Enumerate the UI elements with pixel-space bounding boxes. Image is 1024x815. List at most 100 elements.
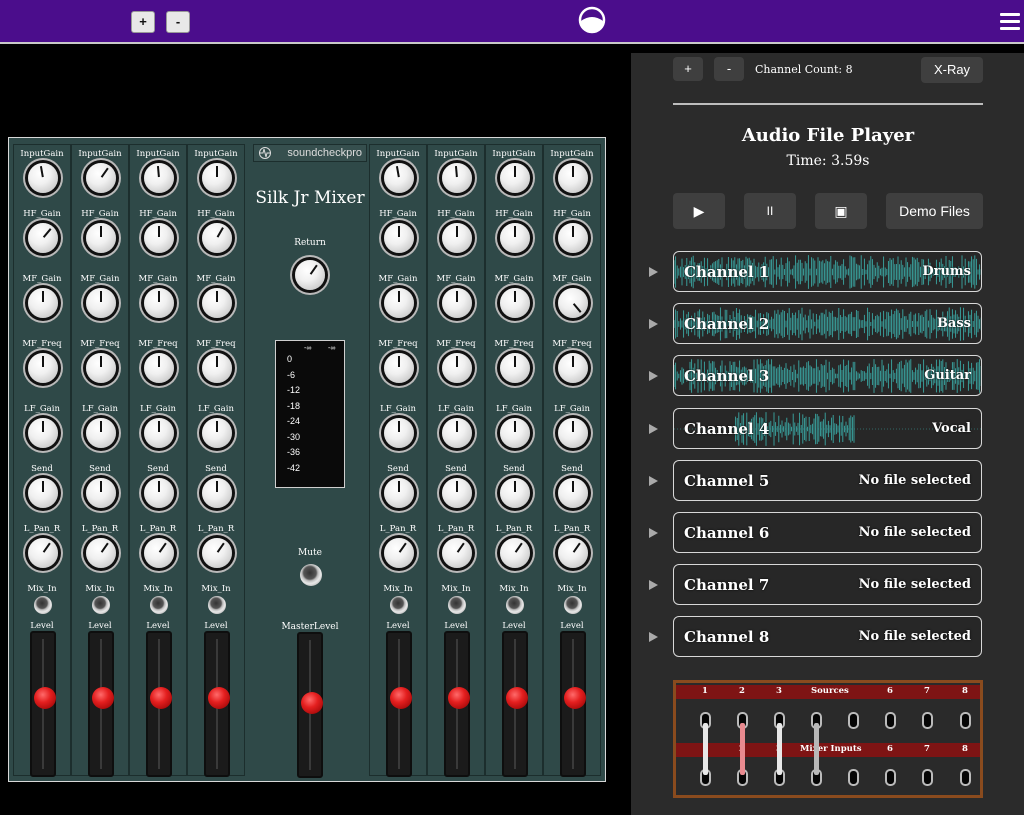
- knob-inputgain[interactable]: [86, 163, 116, 193]
- input-jack[interactable]: [960, 769, 971, 786]
- knob-lf-gain[interactable]: [442, 418, 472, 448]
- knob-lf-gain[interactable]: [500, 418, 530, 448]
- knob-send[interactable]: [500, 478, 530, 508]
- channel-row[interactable]: Channel 2 Bass: [673, 303, 982, 345]
- channel-row[interactable]: Channel 6 No file selected: [673, 512, 982, 553]
- knob-l-pan_r[interactable]: [144, 538, 174, 568]
- channel-fader[interactable]: [204, 631, 230, 777]
- knob-l-pan_r[interactable]: [28, 538, 58, 568]
- knob-lf-gain[interactable]: [384, 418, 414, 448]
- knob-mf-gain[interactable]: [384, 288, 414, 318]
- knob-mf-gain[interactable]: [144, 288, 174, 318]
- mix-in-jack[interactable]: [506, 596, 524, 614]
- knob-mf-freq[interactable]: [202, 353, 232, 383]
- mute-button[interactable]: [300, 564, 322, 586]
- channel-fader[interactable]: [560, 631, 586, 777]
- channel-row[interactable]: Channel 7 No file selected: [673, 564, 982, 606]
- knob-mf-freq[interactable]: [500, 353, 530, 383]
- knob-send[interactable]: [86, 478, 116, 508]
- channel-fader[interactable]: [386, 631, 412, 777]
- knob-hf-gain[interactable]: [28, 223, 58, 253]
- expand-channel-icon[interactable]: [649, 475, 658, 486]
- knob-l-pan_r[interactable]: [202, 538, 232, 568]
- knob-mf-freq[interactable]: [144, 353, 174, 383]
- knob-inputgain[interactable]: [442, 163, 472, 193]
- knob-send[interactable]: [144, 478, 174, 508]
- fader-cap[interactable]: [390, 687, 412, 709]
- knob-send[interactable]: [442, 478, 472, 508]
- fader-cap[interactable]: [208, 687, 230, 709]
- pause-button[interactable]: II: [744, 193, 796, 229]
- knob-mf-gain[interactable]: [28, 288, 58, 318]
- knob-inputgain[interactable]: [144, 163, 174, 193]
- fader-cap[interactable]: [564, 687, 586, 709]
- knob-mf-freq[interactable]: [558, 353, 588, 383]
- source-jack[interactable]: [848, 712, 859, 729]
- fader-cap[interactable]: [448, 687, 470, 709]
- xray-button[interactable]: X-Ray: [921, 57, 983, 83]
- remove-channel-button[interactable]: -: [714, 57, 744, 81]
- expand-channel-icon[interactable]: [649, 580, 658, 591]
- mix-in-jack[interactable]: [92, 596, 110, 614]
- channel-fader[interactable]: [444, 631, 470, 777]
- source-jack[interactable]: [922, 712, 933, 729]
- play-button[interactable]: ▶: [673, 193, 725, 229]
- master-fader[interactable]: [297, 632, 323, 778]
- fader-cap[interactable]: [506, 687, 528, 709]
- patch-cable[interactable]: [703, 723, 708, 775]
- fader-cap[interactable]: [34, 687, 56, 709]
- knob-send[interactable]: [384, 478, 414, 508]
- knob-inputgain[interactable]: [28, 163, 58, 193]
- knob-lf-gain[interactable]: [144, 418, 174, 448]
- knob-hf-gain[interactable]: [558, 223, 588, 253]
- knob-inputgain[interactable]: [384, 163, 414, 193]
- knob-lf-gain[interactable]: [28, 418, 58, 448]
- zoom-in-button[interactable]: +: [131, 11, 155, 33]
- patch-cable[interactable]: [740, 723, 745, 775]
- patch-cable[interactable]: [814, 723, 819, 775]
- knob-mf-gain[interactable]: [86, 288, 116, 318]
- mix-in-jack[interactable]: [390, 596, 408, 614]
- mix-in-jack[interactable]: [448, 596, 466, 614]
- mix-in-jack[interactable]: [208, 596, 226, 614]
- knob-lf-gain[interactable]: [86, 418, 116, 448]
- channel-fader[interactable]: [146, 631, 172, 777]
- knob-mf-freq[interactable]: [384, 353, 414, 383]
- expand-channel-icon[interactable]: [649, 371, 658, 382]
- input-jack[interactable]: [885, 769, 896, 786]
- knob-l-pan_r[interactable]: [558, 538, 588, 568]
- return-knob[interactable]: [295, 260, 325, 290]
- knob-mf-freq[interactable]: [442, 353, 472, 383]
- knob-lf-gain[interactable]: [202, 418, 232, 448]
- knob-l-pan_r[interactable]: [86, 538, 116, 568]
- knob-mf-gain[interactable]: [558, 288, 588, 318]
- knob-send[interactable]: [28, 478, 58, 508]
- knob-send[interactable]: [558, 478, 588, 508]
- menu-icon[interactable]: [1000, 13, 1020, 31]
- channel-row[interactable]: Channel 5 No file selected: [673, 459, 982, 501]
- mix-in-jack[interactable]: [34, 596, 52, 614]
- knob-inputgain[interactable]: [558, 163, 588, 193]
- knob-l-pan_r[interactable]: [500, 538, 530, 568]
- knob-hf-gain[interactable]: [86, 223, 116, 253]
- knob-mf-freq[interactable]: [28, 353, 58, 383]
- knob-l-pan_r[interactable]: [384, 538, 414, 568]
- knob-mf-gain[interactable]: [500, 288, 530, 318]
- demo-files-button[interactable]: Demo Files: [886, 193, 983, 229]
- fader-cap[interactable]: [92, 687, 114, 709]
- patch-cable[interactable]: [777, 723, 782, 775]
- channel-row[interactable]: Channel 3 Guitar: [673, 355, 982, 397]
- expand-channel-icon[interactable]: [649, 528, 658, 538]
- knob-mf-freq[interactable]: [86, 353, 116, 383]
- knob-hf-gain[interactable]: [202, 223, 232, 253]
- channel-fader[interactable]: [502, 631, 528, 777]
- knob-hf-gain[interactable]: [384, 223, 414, 253]
- expand-channel-icon[interactable]: [649, 267, 658, 277]
- input-jack[interactable]: [922, 769, 933, 786]
- channel-fader[interactable]: [88, 631, 114, 777]
- source-jack[interactable]: [960, 712, 971, 729]
- mix-in-jack[interactable]: [564, 596, 582, 614]
- knob-inputgain[interactable]: [500, 163, 530, 193]
- master-fader-cap[interactable]: [301, 692, 323, 714]
- channel-row[interactable]: Channel 1 Drums: [673, 251, 982, 292]
